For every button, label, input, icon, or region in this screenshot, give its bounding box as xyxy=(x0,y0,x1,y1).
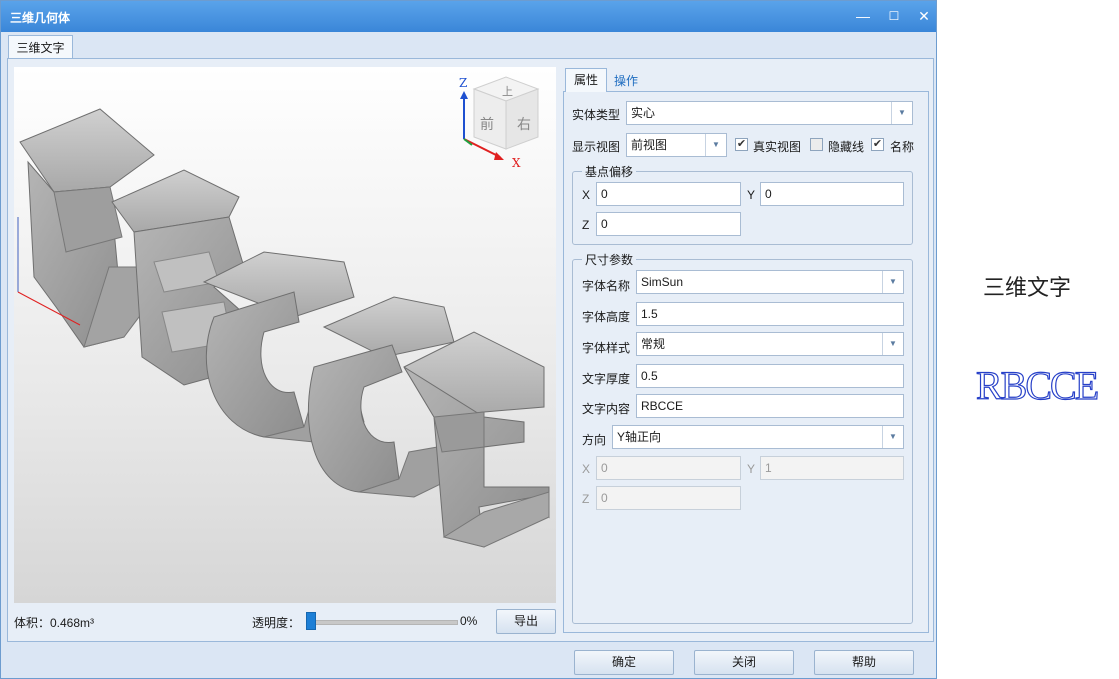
display-view-label: 显示视图 xyxy=(572,140,621,154)
export-button[interactable]: 导出 xyxy=(496,609,556,634)
entity-type-value: 实心 xyxy=(631,106,656,120)
dir-y-input[interactable]: 1 xyxy=(760,456,904,480)
tab-operations[interactable]: 操作 xyxy=(614,72,638,89)
slider-thumb[interactable] xyxy=(306,612,316,630)
dir-x-input[interactable]: 0 xyxy=(596,456,741,480)
transparency-percent: 0% xyxy=(460,614,478,628)
name-checkbox[interactable]: ✔ xyxy=(871,138,884,151)
letter-E xyxy=(403,331,550,548)
tab-3d-text[interactable]: 三维文字 xyxy=(8,35,73,59)
viewport-status-bar: 体积：0.468m³ 透明度： 0% xyxy=(14,606,559,636)
chevron-down-icon[interactable]: ▼ xyxy=(882,333,903,355)
preview-title: 三维文字 xyxy=(983,276,1072,301)
offset-x-label: X xyxy=(582,188,591,202)
font-height-input[interactable]: 1.5 xyxy=(636,302,904,326)
chevron-down-icon[interactable]: ▼ xyxy=(882,426,903,448)
close-button[interactable]: 关闭 xyxy=(694,650,794,675)
offset-y-input[interactable]: 0 xyxy=(760,182,904,206)
font-style-value: 常规 xyxy=(641,337,666,351)
font-style-label: 字体样式 xyxy=(582,341,631,355)
hidden-line-checkbox[interactable] xyxy=(810,138,823,151)
cube-right-label: 右 xyxy=(517,117,531,133)
ok-button[interactable]: 确定 xyxy=(574,650,674,675)
chevron-down-icon[interactable]: ▼ xyxy=(882,271,903,293)
display-view-select[interactable]: 前视图 ▼ xyxy=(626,133,727,157)
entity-type-label: 实体类型 xyxy=(572,108,621,122)
3d-viewport[interactable]: 上 前 右 Z X xyxy=(14,67,556,603)
maximize-button[interactable]: ☐ xyxy=(880,5,908,27)
offset-x-input[interactable]: 0 xyxy=(596,182,741,206)
window-title: 三维几何体 xyxy=(10,11,71,25)
axis-x-label: X xyxy=(512,156,521,170)
offset-z-input[interactable]: 0 xyxy=(596,212,741,236)
transparency-label: 透明度： xyxy=(252,616,301,630)
view-cube[interactable]: 上 前 右 xyxy=(472,76,540,150)
display-view-value: 前视图 xyxy=(631,138,668,152)
real-view-checkbox[interactable]: ✔ xyxy=(735,138,748,151)
font-name-value: SimSun xyxy=(641,275,684,289)
transparency-slider[interactable] xyxy=(306,612,458,630)
offset-z-label: Z xyxy=(582,218,590,232)
axis-z-label: Z xyxy=(459,76,467,90)
title-bar[interactable]: 三维几何体 — ☐ ✕ xyxy=(1,1,936,32)
minimize-button[interactable]: — xyxy=(849,5,877,27)
dir-y-label: Y xyxy=(747,462,756,476)
font-name-select[interactable]: SimSun ▼ xyxy=(636,270,904,294)
name-label: 名称 xyxy=(890,140,915,154)
3d-scene: 上 前 右 Z X xyxy=(17,76,550,548)
preview-logo: RBCCE xyxy=(975,362,1099,408)
chevron-down-icon[interactable]: ▼ xyxy=(705,134,726,156)
font-name-label: 字体名称 xyxy=(582,279,631,293)
dir-z-label: Z xyxy=(582,492,590,506)
base-offset-title: 基点偏移 xyxy=(582,163,637,180)
font-style-select[interactable]: 常规 ▼ xyxy=(636,332,904,356)
size-params-title: 尺寸参数 xyxy=(582,251,637,268)
font-height-label: 字体高度 xyxy=(582,310,631,324)
real-view-label: 真实视图 xyxy=(753,140,802,154)
volume-readout: 体积：0.468m³ xyxy=(14,616,95,630)
offset-y-label: Y xyxy=(747,188,756,202)
dir-x-label: X xyxy=(582,462,591,476)
entity-type-select[interactable]: 实心 ▼ xyxy=(626,101,913,125)
direction-value: Y轴正向 xyxy=(617,430,662,444)
text-content-input[interactable]: RBCCE xyxy=(636,394,904,418)
cube-top-label: 上 xyxy=(502,85,513,98)
chevron-down-icon[interactable]: ▼ xyxy=(891,102,912,124)
tab-properties[interactable]: 属性 xyxy=(565,68,607,92)
text-content-label: 文字内容 xyxy=(582,402,631,416)
direction-label: 方向 xyxy=(582,433,607,447)
thickness-input[interactable]: 0.5 xyxy=(636,364,904,388)
help-button[interactable]: 帮助 xyxy=(814,650,914,675)
direction-select[interactable]: Y轴正向 ▼ xyxy=(612,425,904,449)
hidden-line-label: 隐藏线 xyxy=(828,140,865,154)
cube-front-label: 前 xyxy=(480,116,494,133)
slider-track xyxy=(306,620,458,625)
thickness-label: 文字厚度 xyxy=(582,372,631,386)
dir-z-input[interactable]: 0 xyxy=(596,486,741,510)
close-window-button[interactable]: ✕ xyxy=(910,5,938,27)
